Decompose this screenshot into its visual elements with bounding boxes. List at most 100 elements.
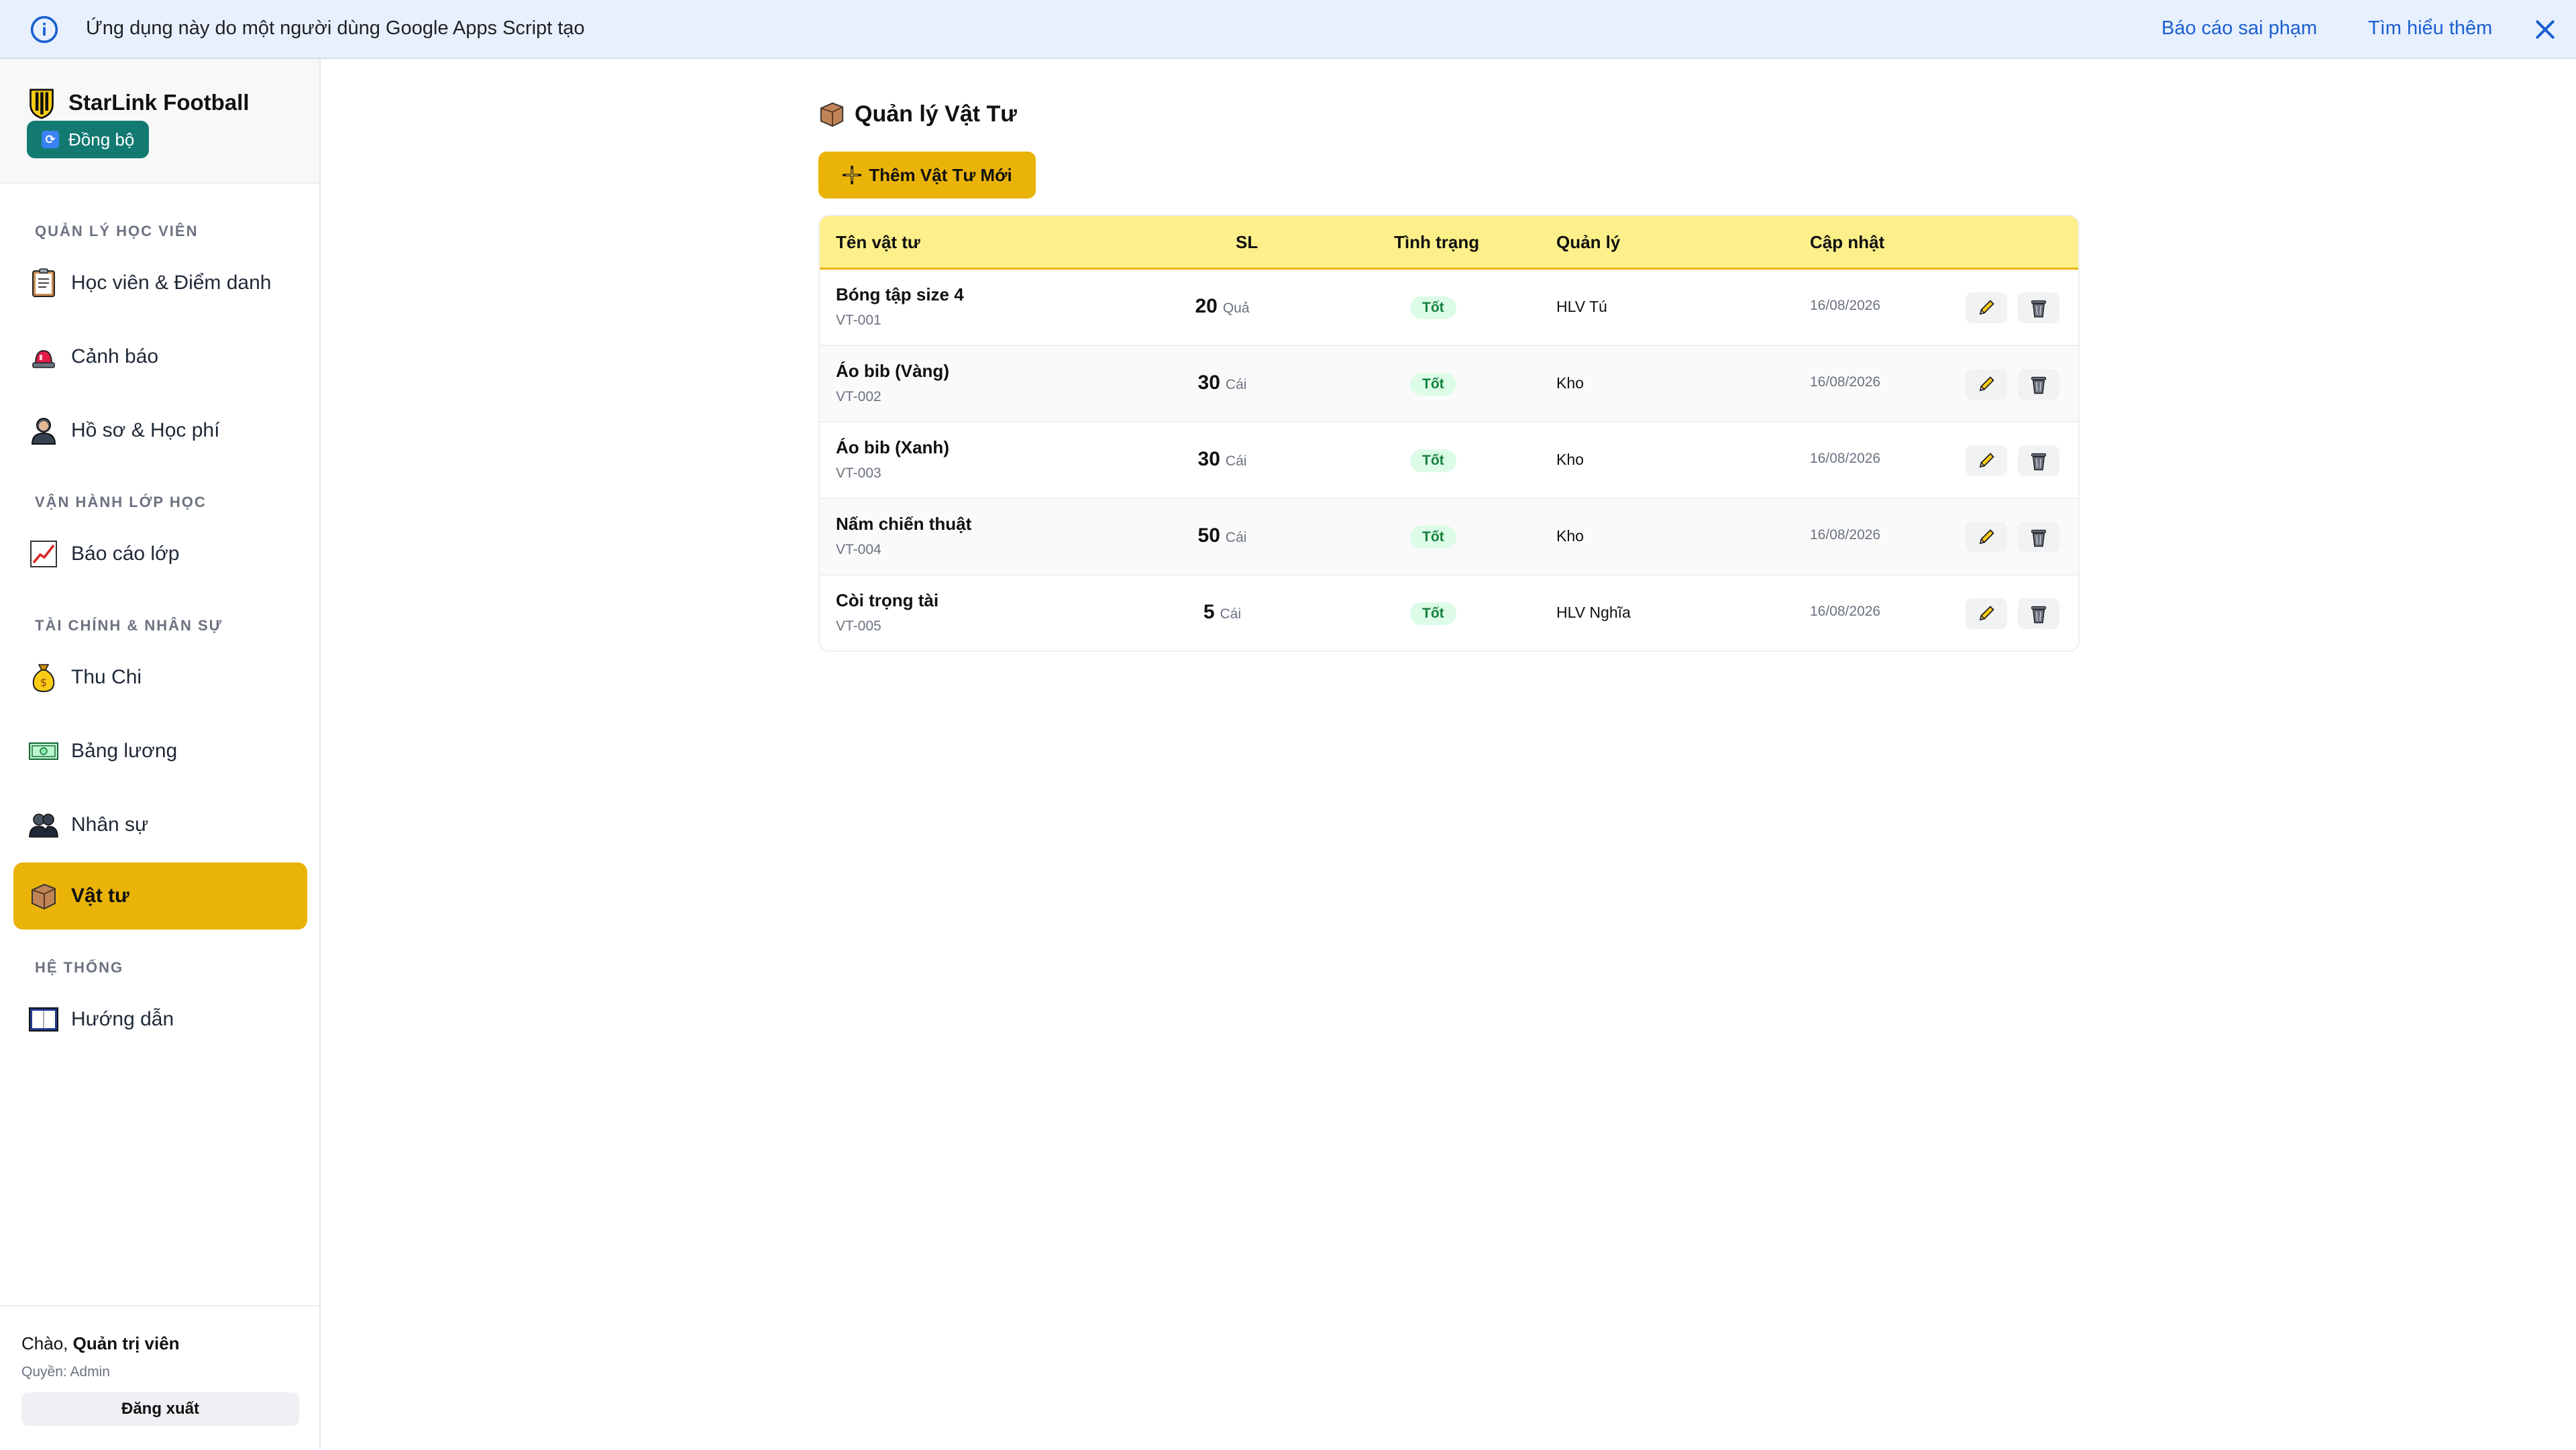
sidebar-item-income-expense[interactable]: $ Thu Chi — [13, 644, 307, 711]
edit-button[interactable] — [1966, 598, 2007, 629]
edit-button[interactable] — [1966, 445, 2007, 476]
sync-button[interactable]: ⟳ Đồng bộ — [27, 121, 149, 158]
learn-more-link[interactable]: Tìm hiểu thêm — [2368, 17, 2492, 40]
close-icon[interactable] — [2532, 16, 2559, 43]
supply-updated-date: 16/08/2026 — [1810, 298, 1881, 313]
supply-code: VT-005 — [836, 618, 881, 634]
apps-script-banner: Ứng dụng này do một người dùng Google Ap… — [0, 0, 2576, 59]
supply-name: Áo bib (Xanh) — [836, 437, 949, 457]
sync-label: Đồng bộ — [68, 129, 135, 150]
section-title-operations: VẬN HÀNH LỚP HỌC — [35, 494, 207, 510]
club-crest-icon — [30, 89, 54, 119]
supply-manager: HLV Nghĩa — [1556, 604, 1631, 621]
info-icon — [30, 15, 58, 44]
page-header: Quản lý Vật Tư — [818, 101, 1017, 127]
status-badge: Tốt — [1410, 449, 1456, 472]
add-button-label: Thêm Vật Tư Mới — [869, 164, 1012, 185]
supply-code: VT-001 — [836, 313, 881, 328]
supply-name: Áo bib (Vàng) — [836, 361, 949, 381]
supply-quantity: 20 Quả — [1169, 295, 1276, 318]
supply-updated-date: 16/08/2026 — [1810, 451, 1881, 466]
report-abuse-link[interactable]: Báo cáo sai phạm — [2161, 17, 2317, 40]
supply-quantity: 30 Cái — [1169, 372, 1276, 394]
quantity-unit: Cái — [1225, 377, 1247, 392]
delete-button[interactable] — [2018, 369, 2059, 400]
sidebar-item-class-report[interactable]: Báo cáo lớp — [13, 520, 307, 588]
chart-up-icon — [23, 537, 64, 571]
sidebar-item-payroll[interactable]: Bảng lương — [13, 718, 307, 785]
supply-code: VT-004 — [836, 542, 881, 557]
supply-name: Nấm chiến thuật — [836, 514, 972, 534]
delete-button[interactable] — [2018, 445, 2059, 476]
edit-button[interactable] — [1966, 522, 2007, 553]
section-title-students: QUẢN LÝ HỌC VIÊN — [35, 223, 199, 239]
banknote-icon — [23, 734, 64, 768]
logout-button[interactable]: Đăng xuất — [21, 1392, 299, 1426]
sidebar-item-staff[interactable]: Nhân sự — [13, 791, 307, 858]
section-title-finance: TÀI CHÍNH & NHÂN SỰ — [35, 617, 223, 634]
supply-manager: Kho — [1556, 374, 1584, 392]
supply-updated-date: 16/08/2026 — [1810, 604, 1881, 619]
delete-button[interactable] — [2018, 522, 2059, 553]
supply-quantity: 50 Cái — [1169, 524, 1276, 547]
status-badge: Tốt — [1410, 373, 1456, 396]
sidebar-item-label: Hướng dẫn — [71, 1008, 174, 1030]
plus-icon — [843, 166, 862, 184]
pencil-icon — [1979, 453, 1994, 468]
supply-updated-date: 16/08/2026 — [1810, 527, 1881, 543]
status-badge: Tốt — [1410, 526, 1456, 549]
supply-code: VT-003 — [836, 465, 881, 481]
section-title-system: HỆ THỐNG — [35, 959, 124, 976]
edit-button[interactable] — [1966, 369, 2007, 400]
table-row: Còi trọng tài VT-005 5 Cái Tốt HLV Nghĩa … — [820, 575, 2078, 651]
quantity-value: 30 — [1197, 448, 1220, 470]
add-supply-button[interactable]: Thêm Vật Tư Mới — [818, 152, 1036, 199]
supply-quantity: 30 Cái — [1169, 448, 1276, 471]
sidebar-item-label: Vật tư — [71, 885, 129, 907]
clipboard-icon — [23, 266, 64, 300]
package-icon — [23, 879, 64, 913]
pencil-icon — [1979, 376, 1994, 392]
supply-code: VT-002 — [836, 389, 881, 404]
sidebar-item-label: Thu Chi — [71, 666, 142, 688]
sidebar-item-profiles[interactable]: Hồ sơ & Học phí — [13, 397, 307, 464]
sidebar-item-students[interactable]: Học viên & Điểm danh — [13, 249, 307, 317]
status-badge: Tốt — [1410, 296, 1456, 319]
user-panel: Chào, Quản trị viên Quyền: Admin Đăng xu… — [0, 1305, 319, 1450]
sidebar-item-label: Nhân sự — [71, 814, 149, 836]
sidebar-item-label: Báo cáo lớp — [71, 543, 180, 565]
svg-text:$: $ — [40, 676, 47, 689]
table-header: Tên vật tư SL Tình trạng Quản lý Cập nhậ… — [820, 216, 2078, 270]
person-icon — [23, 414, 64, 447]
supply-manager: Kho — [1556, 451, 1584, 468]
sidebar-item-supplies[interactable]: Vật tư — [13, 862, 307, 930]
people-icon — [23, 808, 64, 842]
delete-button[interactable] — [2018, 598, 2059, 629]
brand-name: StarLink Football — [68, 90, 250, 115]
edit-button[interactable] — [1966, 292, 2007, 323]
sidebar-item-warnings[interactable]: Cảnh báo — [13, 323, 307, 390]
quantity-value: 50 — [1197, 524, 1220, 547]
delete-button[interactable] — [2018, 292, 2059, 323]
sync-icon: ⟳ — [42, 131, 59, 148]
column-header-qty: SL — [1236, 232, 1258, 252]
siren-icon — [23, 340, 64, 374]
greeting: Chào, Quản trị viên — [21, 1333, 180, 1354]
column-header-updated: Cập nhật — [1810, 232, 1885, 252]
trash-icon — [2031, 453, 2047, 471]
sidebar-item-guide[interactable]: Hướng dẫn — [13, 986, 307, 1053]
sidebar-item-label: Học viên & Điểm danh — [71, 272, 272, 294]
supply-manager: Kho — [1556, 527, 1584, 545]
quantity-unit: Cái — [1225, 530, 1247, 545]
quantity-unit: Cái — [1225, 453, 1247, 469]
column-header-manager: Quản lý — [1556, 232, 1621, 252]
trash-icon — [2031, 300, 2047, 318]
supply-updated-date: 16/08/2026 — [1810, 374, 1881, 390]
quantity-unit: Cái — [1220, 606, 1242, 622]
user-role: Quyền: Admin — [21, 1364, 110, 1380]
table-row: Nấm chiến thuật VT-004 50 Cái Tốt Kho 16/… — [820, 499, 2078, 575]
quantity-value: 20 — [1195, 295, 1218, 317]
supplies-table: Tên vật tư SL Tình trạng Quản lý Cập nhậ… — [818, 215, 2080, 652]
user-name: Quản trị viên — [72, 1333, 180, 1353]
trash-icon — [2031, 606, 2047, 624]
